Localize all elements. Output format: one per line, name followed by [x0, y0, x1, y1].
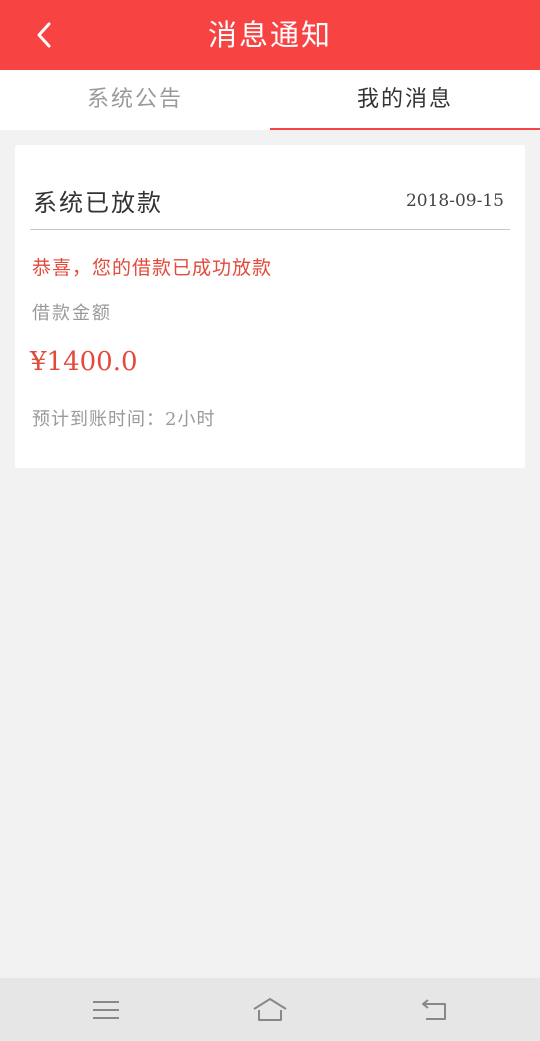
message-title: 系统已放款	[33, 189, 163, 217]
system-nav-bar	[0, 978, 540, 1041]
menu-button[interactable]	[86, 990, 126, 1030]
message-date: 2018-09-15	[405, 191, 504, 211]
tab-bar: 系统公告 我的消息	[0, 70, 540, 130]
menu-icon	[93, 1001, 119, 1019]
tab-system-announcements[interactable]: 系统公告	[0, 70, 270, 130]
message-card[interactable]: 系统已放款 2018-09-15 恭喜，您的借款已成功放款 借款金额 ¥1400…	[15, 145, 525, 468]
tab-my-messages[interactable]: 我的消息	[270, 70, 540, 130]
home-icon	[253, 998, 287, 1021]
home-button[interactable]	[250, 990, 290, 1030]
page-title: 消息通知	[207, 18, 332, 52]
arrival-time-text: 预计到账时间：2小时	[32, 409, 216, 430]
nav-back-button[interactable]	[414, 990, 454, 1030]
congrats-text: 恭喜，您的借款已成功放款	[32, 257, 273, 279]
loan-amount-label: 借款金额	[32, 303, 112, 324]
loan-amount-value: ¥1400.0	[30, 347, 138, 377]
message-card-header: 系统已放款 2018-09-15	[30, 145, 510, 230]
back-icon	[422, 999, 446, 1020]
app-header: 消息通知	[0, 0, 540, 70]
